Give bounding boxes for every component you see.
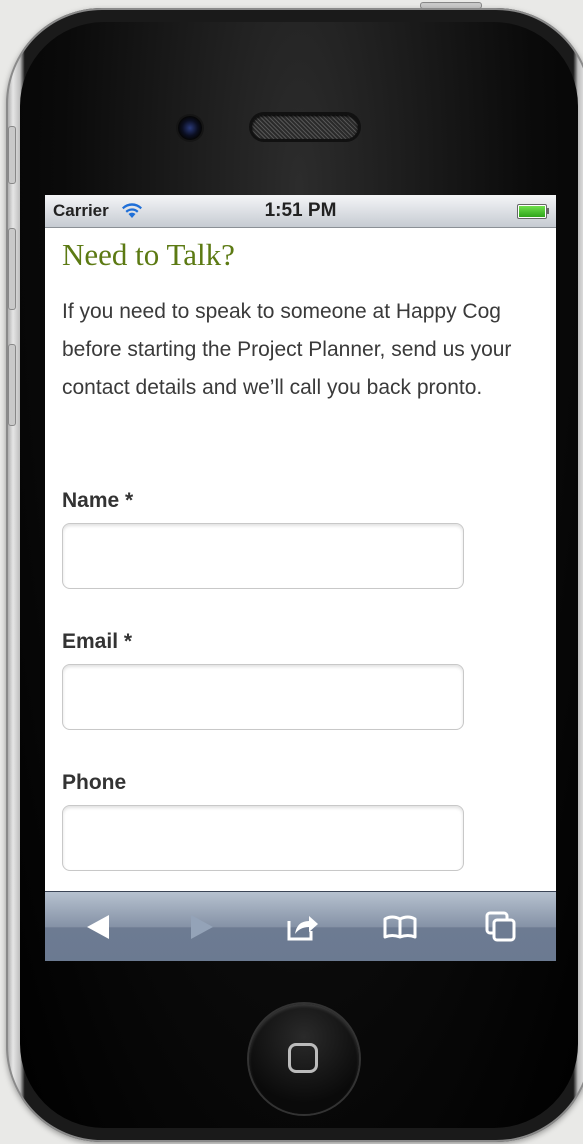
forward-arrow-icon[interactable] — [183, 909, 219, 945]
share-icon[interactable] — [285, 909, 321, 945]
bookmarks-icon[interactable] — [382, 909, 418, 945]
front-camera — [178, 116, 202, 140]
intro-paragraph: If you need to speak to someone at Happy… — [62, 300, 512, 399]
phone-label: Phone — [62, 771, 127, 794]
home-button[interactable] — [249, 1004, 359, 1114]
email-input[interactable] — [62, 664, 464, 730]
status-bar: Carrier 1:51 PM — [45, 195, 556, 228]
tabs-icon[interactable] — [483, 909, 519, 945]
safari-toolbar — [45, 891, 556, 961]
page-content: Need to Talk? If you need to speak to so… — [62, 227, 542, 871]
battery-tip — [546, 208, 549, 214]
phone-field-group: Phone — [62, 771, 464, 871]
phone-input[interactable] — [62, 805, 464, 871]
back-arrow-icon[interactable] — [81, 909, 117, 945]
phone-screen: Carrier 1:51 PM Need to Talk? If you nee… — [45, 195, 556, 961]
name-field-group: Name * — [62, 489, 464, 589]
email-label: Email * — [62, 630, 133, 653]
name-input[interactable] — [62, 523, 464, 589]
mute-switch[interactable] — [8, 126, 16, 184]
email-field-group: Email * — [62, 630, 464, 730]
status-time: 1:51 PM — [264, 200, 337, 221]
volume-down-button[interactable] — [8, 344, 16, 426]
battery-icon — [517, 204, 547, 219]
earpiece-speaker — [252, 115, 358, 139]
name-label: Name * — [62, 489, 134, 512]
battery-fill — [519, 206, 545, 217]
page-title: Need to Talk? — [62, 237, 235, 272]
volume-up-button[interactable] — [8, 228, 16, 310]
home-square-icon — [288, 1043, 318, 1073]
